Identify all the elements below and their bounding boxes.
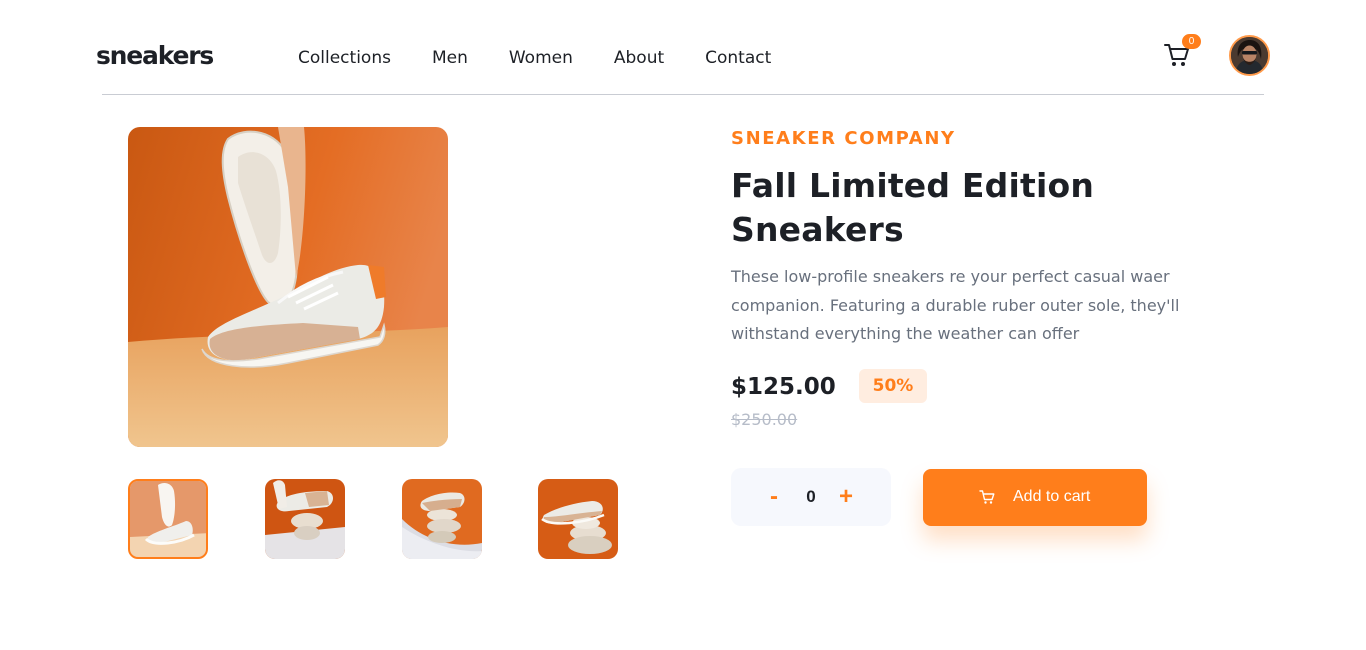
thumbnail-4[interactable] (538, 479, 618, 559)
thumbnail-image (130, 481, 206, 557)
add-to-cart-label: Add to cart (1013, 488, 1091, 505)
main-nav: Collections Men Women About Contact (298, 46, 812, 70)
cart-icon (979, 490, 995, 504)
avatar-image (1231, 37, 1268, 74)
product-company: SNEAKER COMPANY (731, 128, 956, 149)
add-to-cart-button[interactable]: Add to cart (923, 469, 1147, 526)
product-description: These low-profile sneakers re your perfe… (731, 267, 1180, 343)
original-price: $250.00 (731, 410, 798, 429)
product-price: $125.00 (731, 374, 836, 400)
cart-button[interactable]: 0 (1164, 34, 1201, 70)
brand-logo[interactable]: sneakers (96, 40, 214, 72)
nav-link-collections[interactable]: Collections (298, 46, 391, 70)
thumbnail-image (538, 479, 618, 559)
nav-link-men[interactable]: Men (432, 46, 468, 70)
thumbnail-3[interactable] (402, 479, 482, 559)
thumbnail-2[interactable] (265, 479, 345, 559)
product-title: Fall Limited Edition Sneakers (731, 166, 1095, 249)
thumbnail-1[interactable] (128, 479, 208, 559)
thumbnail-strip (128, 479, 618, 559)
product-main-image[interactable] (128, 127, 448, 447)
decrease-quantity-button[interactable]: - (767, 482, 781, 512)
cart-count-badge: 0 (1182, 34, 1201, 49)
quantity-stepper: - 0 + (731, 468, 891, 526)
user-avatar[interactable] (1229, 35, 1270, 76)
sneaker-photo (128, 127, 448, 447)
thumbnail-image (265, 479, 345, 559)
nav-link-about[interactable]: About (614, 46, 664, 70)
increase-quantity-button[interactable]: + (837, 482, 855, 512)
nav-link-contact[interactable]: Contact (705, 46, 771, 70)
thumbnail-image (402, 479, 482, 559)
nav-link-women[interactable]: Women (509, 46, 573, 70)
site-header: sneakers Collections Men Women About Con… (96, 0, 1270, 95)
discount-badge: 50% (859, 369, 927, 403)
quantity-value: 0 (806, 487, 816, 506)
